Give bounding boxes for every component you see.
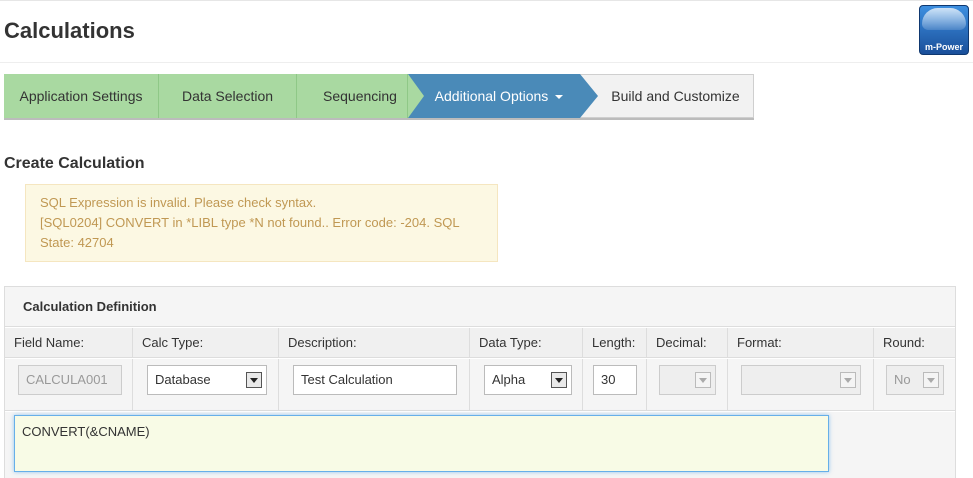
panel-header: Calculation Definition [5, 287, 955, 327]
alert-detail: [SQL0204] CONVERT in *LIBL type *N not f… [40, 215, 460, 250]
wizard-arrow-tip [580, 74, 598, 118]
wizard-step-build-and-customize[interactable]: Build and Customize [580, 74, 754, 118]
field-values-row: CALCULA001 Database Test Calculation Alp… [5, 359, 955, 411]
cell-decimal [647, 359, 728, 411]
header-calc-type: Calc Type: [133, 328, 279, 358]
format-select[interactable] [741, 365, 861, 395]
dropdown-arrow-icon [695, 372, 711, 388]
dropdown-arrow-icon [246, 372, 262, 388]
chevron-down-icon [555, 95, 564, 99]
cell-round: No [874, 359, 955, 411]
wizard-steps: Application Settings Data Selection Sequ… [4, 74, 754, 120]
section-title: Create Calculation [4, 155, 145, 172]
m-power-logo[interactable]: m-Power [919, 5, 969, 55]
dropdown-arrow-icon [840, 372, 856, 388]
calculation-expression-textarea[interactable]: CONVERT(&CNAME) [14, 415, 829, 472]
wizard-shadow [4, 118, 754, 120]
cell-length: 30 [583, 359, 647, 411]
header-divider [0, 62, 973, 63]
top-border [0, 0, 973, 1]
panel-title: Calculation Definition [23, 299, 157, 314]
logo-text: m-Power [924, 42, 963, 52]
data-type-select[interactable]: Alpha [484, 365, 572, 395]
logo-gloss [922, 8, 966, 30]
round-value: No [894, 372, 911, 387]
field-name-input[interactable]: CALCULA001 [18, 365, 122, 395]
round-select[interactable]: No [886, 365, 944, 395]
wizard-step-sequencing[interactable]: Sequencing [297, 74, 408, 118]
wizard-step-label: Data Selection [181, 88, 274, 104]
wizard-arrow-notch [408, 74, 424, 118]
header-length: Length: [583, 328, 647, 358]
cell-description: Test Calculation [279, 359, 470, 411]
description-input[interactable]: Test Calculation [293, 365, 457, 395]
header-round: Round: [883, 335, 925, 350]
wizard-step-label: Application Settings [19, 88, 143, 104]
expression-row: CONVERT(&CNAME) [5, 412, 955, 478]
header-format: Format: [728, 328, 874, 358]
calc-type-select[interactable]: Database [147, 365, 267, 395]
wizard-step-label: Sequencing [323, 88, 397, 104]
dropdown-arrow-icon [923, 372, 939, 388]
error-alert: SQL Expression is invalid. Please check … [25, 184, 498, 262]
header-field-name: Field Name: [5, 328, 133, 358]
length-input[interactable]: 30 [593, 365, 637, 395]
wizard-step-data-selection[interactable]: Data Selection [159, 74, 297, 118]
cell-format [728, 359, 874, 411]
calc-type-value: Database [155, 372, 211, 387]
header-data-type: Data Type: [470, 328, 583, 358]
page-title: Calculations [4, 18, 135, 43]
cell-calc-type: Database [133, 359, 279, 411]
header-decimal: Decimal: [647, 328, 728, 358]
decimal-select[interactable] [659, 365, 716, 395]
alert-message: SQL Expression is invalid. Please check … [40, 195, 317, 210]
header-description: Description: [279, 328, 470, 358]
dropdown-arrow-icon [551, 372, 567, 388]
cell-field-name: CALCULA001 [5, 359, 133, 411]
wizard-step-label: Build and Customize [611, 88, 740, 104]
column-header-row: Field Name: Calc Type: Description: Data… [5, 328, 955, 358]
calculation-definition-panel: Calculation Definition Field Name: Calc … [4, 286, 956, 478]
wizard-step-application-settings[interactable]: Application Settings [4, 74, 159, 118]
wizard-step-label: Additional Options [434, 88, 549, 104]
data-type-value: Alpha [492, 372, 526, 387]
wizard-step-additional-options[interactable]: Additional Options [408, 74, 580, 118]
cell-data-type: Alpha [470, 359, 583, 411]
